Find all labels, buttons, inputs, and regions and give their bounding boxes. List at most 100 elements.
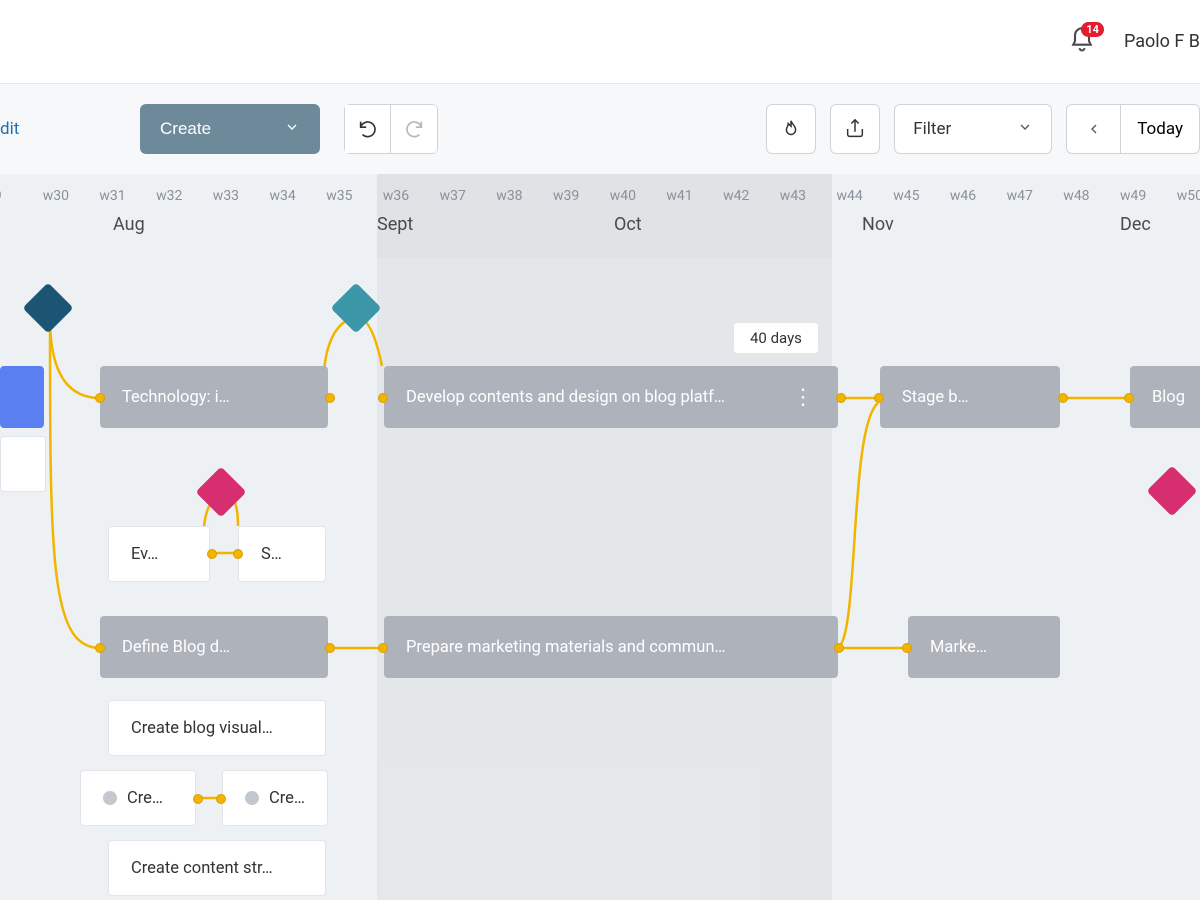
week-label: w46 <box>950 188 976 204</box>
user-name-label[interactable]: Paolo F B <box>1124 31 1200 52</box>
week-labels: 29w30w31w32w33w34w35w36w37w38w39w40w41w4… <box>0 188 1200 208</box>
week-label: w31 <box>99 188 125 204</box>
month-label: Oct <box>614 214 642 235</box>
duration-badge: 40 days <box>733 322 819 354</box>
task-label: Define Blog d… <box>122 638 230 657</box>
filter-label: Filter <box>913 119 951 139</box>
chevron-down-icon <box>1017 119 1033 140</box>
task-label: Marke… <box>930 638 987 657</box>
task-label: Create content str… <box>131 859 273 878</box>
task-bar[interactable]: Develop contents and design on blog plat… <box>384 366 838 428</box>
month-labels: Aug Sept Oct Nov Dec <box>0 214 1200 242</box>
task-label: Cre… <box>127 789 163 808</box>
milestone-diamond[interactable] <box>1147 466 1198 517</box>
redo-button <box>391 105 437 153</box>
canvas-shade <box>377 258 832 900</box>
connector-port[interactable] <box>836 393 846 403</box>
task-card[interactable]: Cre… <box>222 770 328 826</box>
connector-port[interactable] <box>378 643 388 653</box>
prev-period-button[interactable] <box>1067 105 1121 153</box>
flame-button[interactable] <box>766 104 816 154</box>
gantt-canvas[interactable]: 40 days Technology: i… Develop contents … <box>0 258 1200 900</box>
task-card[interactable]: Create blog visual… <box>108 700 326 756</box>
task-bar[interactable]: Blog <box>1130 366 1200 428</box>
task-card[interactable]: Ev… <box>108 526 210 582</box>
connector-port[interactable] <box>193 794 203 804</box>
task-label: S… <box>261 545 282 564</box>
notifications-button[interactable]: 14 <box>1068 26 1096 58</box>
share-button[interactable] <box>830 104 880 154</box>
week-label: w41 <box>666 188 692 204</box>
connector-port[interactable] <box>95 643 105 653</box>
milestone-diamond[interactable] <box>196 467 247 518</box>
week-label: w30 <box>43 188 69 204</box>
filter-button[interactable]: Filter <box>894 104 1052 154</box>
week-label: w43 <box>780 188 806 204</box>
edit-link[interactable]: dit <box>0 119 20 139</box>
task-label: Blog <box>1152 388 1185 407</box>
task-label: Create blog visual… <box>131 719 273 738</box>
task-label: Stage b… <box>902 388 969 407</box>
week-label: w49 <box>1120 188 1146 204</box>
week-label: w37 <box>440 188 466 204</box>
connector-port[interactable] <box>834 643 844 653</box>
share-icon <box>844 118 866 140</box>
month-label: Aug <box>113 214 145 235</box>
month-label: Nov <box>862 214 894 235</box>
chevron-down-icon <box>284 119 300 140</box>
undo-button[interactable] <box>345 105 391 153</box>
week-label: w47 <box>1007 188 1033 204</box>
week-label: w48 <box>1063 188 1089 204</box>
milestone-diamond[interactable] <box>23 283 74 334</box>
milestone-diamond[interactable] <box>331 283 382 334</box>
week-label: w35 <box>326 188 352 204</box>
create-button-label: Create <box>160 119 211 139</box>
month-label: Dec <box>1120 214 1151 235</box>
task-bar[interactable] <box>0 366 44 428</box>
month-label: Sept <box>377 214 413 235</box>
week-label: w36 <box>383 188 409 204</box>
task-label: Prepare marketing materials and commun… <box>406 638 726 657</box>
week-label: w50 <box>1177 188 1200 204</box>
week-label: w42 <box>723 188 749 204</box>
task-bar[interactable]: Stage b… <box>880 366 1060 428</box>
timeline-ruler[interactable]: 29w30w31w32w33w34w35w36w37w38w39w40w41w4… <box>0 174 1200 258</box>
week-label: w34 <box>270 188 296 204</box>
today-button[interactable]: Today <box>1121 105 1199 153</box>
connector-port[interactable] <box>378 393 388 403</box>
task-bar[interactable]: Define Blog d… <box>100 616 328 678</box>
task-bar[interactable]: Marke… <box>908 616 1060 678</box>
connector-port[interactable] <box>325 393 335 403</box>
status-dot-icon <box>103 791 117 805</box>
task-bar[interactable]: Prepare marketing materials and commun… <box>384 616 838 678</box>
task-card[interactable]: S… <box>238 526 326 582</box>
connector-port[interactable] <box>233 549 243 559</box>
week-label: w39 <box>553 188 579 204</box>
connector-port[interactable] <box>1058 393 1068 403</box>
task-label: Technology: i… <box>122 388 230 407</box>
status-dot-icon <box>245 791 259 805</box>
connector-port[interactable] <box>207 549 217 559</box>
create-button[interactable]: Create <box>140 104 320 154</box>
week-label: w33 <box>213 188 239 204</box>
flame-icon <box>780 118 802 140</box>
task-label: Ev… <box>131 545 158 564</box>
connector-port[interactable] <box>1124 393 1134 403</box>
task-bar[interactable]: Technology: i… <box>100 366 328 428</box>
week-label: w44 <box>837 188 863 204</box>
more-vert-icon[interactable]: ⋮ <box>782 385 816 410</box>
connector-port[interactable] <box>325 643 335 653</box>
connector-port[interactable] <box>216 794 226 804</box>
connector-port[interactable] <box>902 643 912 653</box>
task-label: Cre… <box>269 789 305 808</box>
task-label: Develop contents and design on blog plat… <box>406 388 725 407</box>
week-label: w32 <box>156 188 182 204</box>
task-card[interactable]: Create content str… <box>108 840 326 896</box>
task-card[interactable]: Cre… <box>80 770 196 826</box>
connector-port[interactable] <box>874 393 884 403</box>
connector-port[interactable] <box>95 393 105 403</box>
task-card[interactable] <box>0 436 46 492</box>
week-label: w38 <box>496 188 522 204</box>
week-label: w40 <box>610 188 636 204</box>
top-bar: 14 Paolo F B <box>0 0 1200 84</box>
